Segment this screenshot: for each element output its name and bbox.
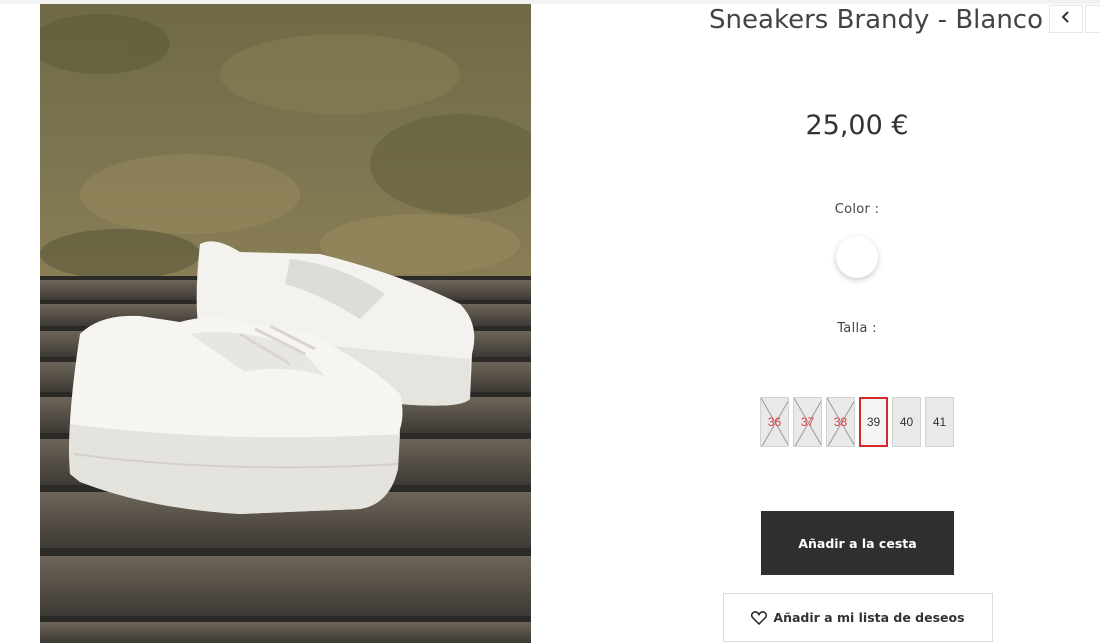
size-option-36[interactable]: 36 xyxy=(760,397,789,447)
add-to-wishlist-button[interactable]: Añadir a mi lista de deseos xyxy=(723,593,993,642)
size-option-41[interactable]: 41 xyxy=(925,397,954,447)
size-option-39[interactable]: 39 xyxy=(859,397,888,447)
product-photo[interactable] xyxy=(40,4,531,643)
size-option-40[interactable]: 40 xyxy=(892,397,921,447)
next-product-button[interactable] xyxy=(1085,5,1100,33)
heart-icon xyxy=(751,610,768,625)
color-label: Color : xyxy=(834,202,880,217)
previous-product-button[interactable] xyxy=(1049,5,1083,33)
color-swatch-white[interactable] xyxy=(836,236,878,278)
size-label: Talla : xyxy=(837,321,877,336)
product-title: Sneakers Brandy - Blanco xyxy=(709,5,1043,35)
chevron-left-icon xyxy=(1061,10,1071,28)
size-option-38[interactable]: 38 xyxy=(826,397,855,447)
size-option-37[interactable]: 37 xyxy=(793,397,822,447)
add-to-cart-button[interactable]: Añadir a la cesta xyxy=(761,511,954,575)
wishlist-label: Añadir a mi lista de deseos xyxy=(773,610,965,625)
product-price: 25,00 € xyxy=(805,110,909,141)
